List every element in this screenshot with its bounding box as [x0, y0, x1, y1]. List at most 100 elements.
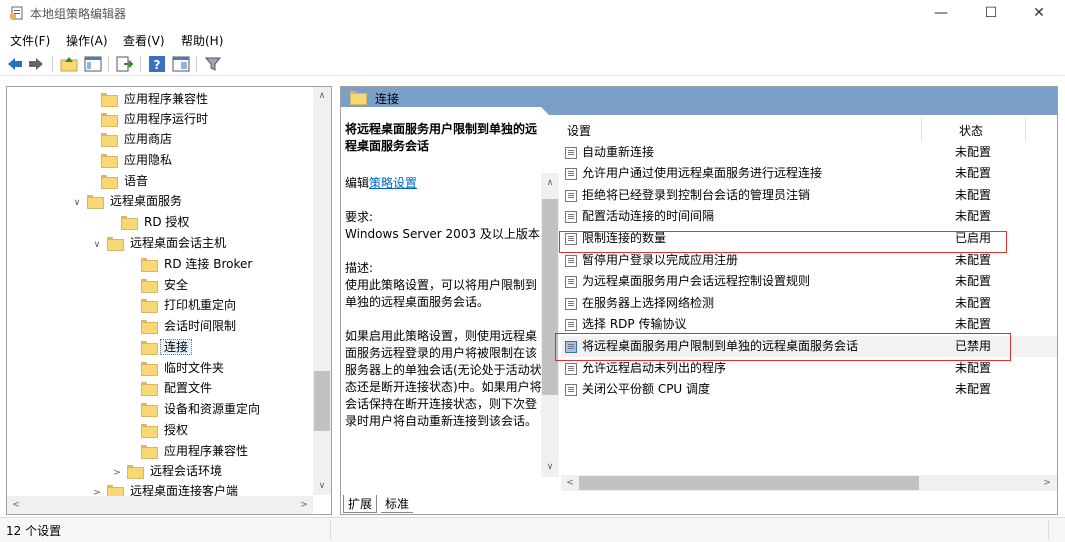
tree-vertical-scrollbar[interactable]: ∧ ∨ — [313, 87, 331, 495]
setting-name: 关闭公平份额 CPU 调度 — [582, 382, 711, 396]
setting-name: 选择 RDP 传输协议 — [582, 317, 687, 331]
toolbar-separator — [52, 56, 53, 72]
setting-state: 未配置 — [955, 274, 992, 288]
status-bar: 12 个设置 — [0, 517, 1065, 542]
scroll-left-arrow-icon[interactable]: < — [8, 497, 24, 513]
column-header-state[interactable]: 状态 — [959, 122, 983, 139]
menu-bar: 文件(F) 操作(A) 查看(V) 帮助(H) — [0, 30, 1065, 50]
tree-item[interactable]: 安全 — [125, 275, 192, 295]
description-label: 描述: — [345, 261, 374, 275]
tree-item[interactable]: 授权 — [125, 420, 192, 440]
setting-row[interactable]: 拒绝将已经登录到控制台会话的管理员注销 未配置 — [561, 185, 1057, 206]
tree-item[interactable]: 临时文件夹 — [125, 358, 228, 378]
tree-item-session-host[interactable]: ∨ 远程桌面会话主机 — [91, 233, 230, 253]
highlight-box-restrict-single-session — [555, 333, 1011, 361]
tree-horizontal-scrollbar[interactable]: < > — [7, 496, 313, 514]
column-header-setting[interactable]: 设置 — [567, 122, 591, 139]
title-bar: 本地组策略编辑器 — ☐ ✕ — [0, 0, 1065, 28]
list-scroll-thumb[interactable] — [579, 476, 919, 490]
policy-setting-icon — [565, 190, 577, 202]
setting-state: 未配置 — [955, 382, 992, 396]
folder-icon — [101, 175, 118, 189]
setting-row[interactable]: 配置活动连接的时间间隔 未配置 — [561, 206, 1057, 227]
tree-item[interactable]: 应用程序兼容性 — [85, 89, 212, 109]
chevron-down-icon[interactable]: ∨ — [91, 235, 103, 255]
column-divider[interactable] — [1025, 117, 1026, 141]
tree-item[interactable]: 应用程序运行时 — [85, 109, 212, 129]
scroll-down-arrow-icon[interactable]: ∨ — [314, 478, 330, 494]
tab-standard[interactable]: 标准 — [381, 495, 414, 513]
setting-name: 允许用户通过使用远程桌面服务进行远程连接 — [582, 166, 823, 180]
chevron-down-icon[interactable]: ∨ — [71, 193, 83, 213]
close-button[interactable]: ✕ — [1016, 0, 1062, 28]
setting-state: 未配置 — [955, 317, 992, 331]
setting-row[interactable]: 允许远程启动未列出的程序 未配置 — [561, 358, 1057, 379]
setting-row[interactable]: 选择 RDP 传输协议 未配置 — [561, 314, 1057, 335]
scroll-up-arrow-icon[interactable]: ∧ — [314, 88, 330, 104]
column-divider[interactable] — [921, 117, 922, 141]
tree-item[interactable]: 应用商店 — [85, 129, 176, 149]
tree-item-connections-selected[interactable]: 连接 — [125, 337, 193, 357]
help-icon[interactable]: ? — [148, 55, 166, 73]
folder-icon — [101, 154, 118, 168]
setting-row[interactable]: 允许用户通过使用远程桌面服务进行远程连接 未配置 — [561, 163, 1057, 184]
tree-item-label: 授权 — [164, 423, 189, 437]
window-title: 本地组策略编辑器 — [30, 7, 127, 21]
up-folder-icon[interactable] — [60, 55, 78, 73]
tree-item[interactable]: 打印机重定向 — [125, 295, 240, 315]
extended-view-icon[interactable] — [172, 55, 190, 73]
list-horizontal-scrollbar[interactable]: < > — [561, 475, 1057, 491]
tree-pane[interactable]: 应用程序兼容性 应用程序运行时 应用商店 应用隐私 语音 ∨ 远程桌面服务 RD … — [6, 86, 332, 515]
setting-row[interactable]: 自动重新连接 未配置 — [561, 142, 1057, 163]
tree-item[interactable]: 语音 — [85, 171, 152, 191]
setting-row[interactable]: 关闭公平份额 CPU 调度 未配置 — [561, 379, 1057, 400]
menu-view[interactable]: 查看(V) — [123, 32, 165, 49]
scroll-right-arrow-icon[interactable]: > — [1039, 475, 1055, 491]
scroll-down-arrow-icon[interactable]: ∨ — [542, 459, 558, 475]
description-scroll-thumb[interactable] — [542, 199, 558, 395]
tree-item-remote-desktop-services[interactable]: ∨ 远程桌面服务 — [71, 191, 186, 211]
scroll-right-arrow-icon[interactable]: > — [296, 497, 312, 513]
forward-arrow-icon[interactable] — [27, 55, 45, 73]
tab-extended[interactable]: 扩展 — [343, 495, 378, 513]
setting-row[interactable]: 在服务器上选择网络检测 未配置 — [561, 293, 1057, 314]
tree-item-label: 设备和资源重定向 — [164, 402, 261, 416]
tree-item-label: 临时文件夹 — [164, 361, 225, 375]
setting-row[interactable]: 暂停用户登录以完成应用注册 未配置 — [561, 250, 1057, 271]
show-hide-tree-icon[interactable] — [84, 55, 102, 73]
tree-item[interactable]: RD 授权 — [105, 212, 193, 232]
minimize-button[interactable]: — — [918, 0, 964, 28]
description-detail: 如果启用此策略设置，则使用远程桌面服务远程登录的用户将被限制在该服务器上的单独会… — [345, 329, 542, 428]
tree-item[interactable]: 应用隐私 — [85, 150, 176, 170]
setting-row[interactable]: 为远程桌面服务用户会话远程控制设置规则 未配置 — [561, 271, 1057, 292]
export-list-icon[interactable] — [115, 55, 133, 73]
policy-setting-icon — [565, 384, 577, 396]
tree-item[interactable]: 应用程序兼容性 — [125, 441, 252, 461]
back-arrow-icon[interactable] — [6, 55, 24, 73]
description-text: 使用此策略设置，可以将用户限制到单独的远程桌面服务会话。 — [345, 278, 538, 309]
setting-state: 未配置 — [955, 188, 992, 202]
chevron-right-icon[interactable]: > — [111, 463, 123, 483]
tree-item[interactable]: 会话时间限制 — [125, 316, 240, 336]
tree-item[interactable]: 配置文件 — [125, 378, 216, 398]
tree-item[interactable]: 设备和资源重定向 — [125, 399, 264, 419]
tree-item-label: 语音 — [124, 174, 149, 188]
folder-icon — [101, 93, 118, 107]
tree-item[interactable]: > 远程会话环境 — [111, 461, 226, 481]
scroll-up-arrow-icon[interactable]: ∧ — [542, 175, 558, 191]
menu-action[interactable]: 操作(A) — [66, 32, 108, 49]
tree-item[interactable]: RD 连接 Broker — [125, 254, 256, 274]
filter-icon[interactable] — [204, 55, 222, 73]
menu-file[interactable]: 文件(F) — [10, 32, 50, 49]
folder-icon — [141, 341, 158, 355]
description-scrollbar[interactable]: ∧ ∨ — [541, 173, 559, 477]
tree-scroll-thumb[interactable] — [314, 371, 330, 431]
folder-icon — [141, 320, 158, 334]
policy-settings-link[interactable]: 策略设置 — [369, 176, 417, 190]
maximize-button[interactable]: ☐ — [968, 0, 1014, 28]
folder-icon — [87, 195, 104, 209]
menu-help[interactable]: 帮助(H) — [181, 32, 223, 49]
folder-icon — [141, 362, 158, 376]
scroll-left-arrow-icon[interactable]: < — [562, 475, 578, 491]
tree-item-label: 打印机重定向 — [164, 298, 237, 312]
